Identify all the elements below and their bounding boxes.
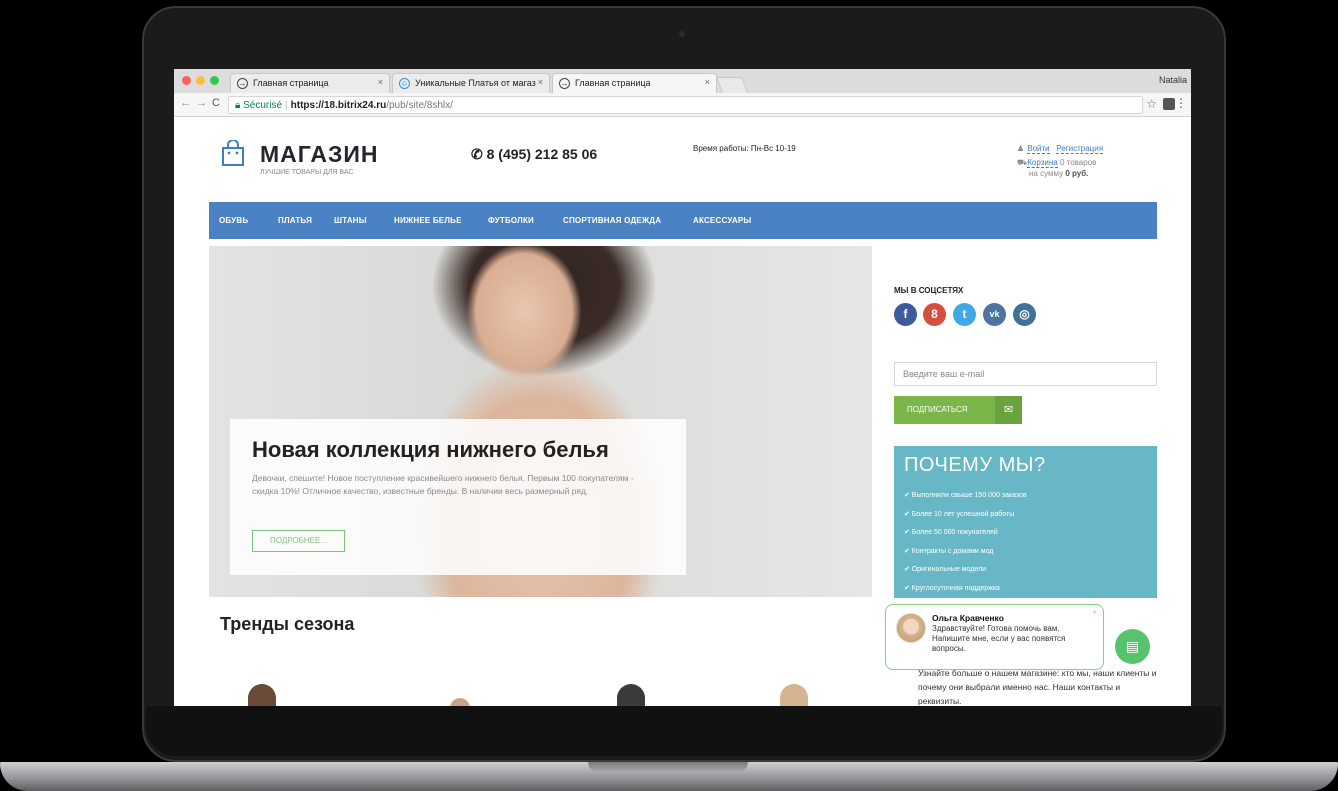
- hero-title: Новая коллекция нижнего белья: [252, 437, 609, 462]
- logo-subtitle: ЛУЧШИЕ ТОВАРЫ ДЛЯ ВАС: [260, 169, 354, 176]
- tab-title: Уникальные Платья от магаз: [415, 78, 536, 88]
- vk-icon[interactable]: vk: [983, 303, 1006, 326]
- cart-count: 0 товаров: [1059, 158, 1097, 167]
- nav-item-accessories[interactable]: АКСЕССУАРЫ: [693, 216, 751, 225]
- social-heading: МЫ В СОЦСЕТЯХ: [894, 286, 964, 295]
- url-path: /pub/site/8shlx/: [386, 100, 453, 111]
- chat-message: Здравствуйте! Готова помочь вам. Напишит…: [932, 624, 1066, 653]
- nav-item-dresses[interactable]: ПЛАТЬЯ: [278, 216, 312, 225]
- close-window-icon[interactable]: [182, 76, 191, 85]
- reload-icon[interactable]: C: [212, 97, 220, 109]
- profile-name[interactable]: Natalia: [1159, 75, 1187, 85]
- browser-tab-1[interactable]: → Главная страница ×: [230, 73, 390, 93]
- more-button[interactable]: ПОДРОБНЕЕ...: [252, 530, 345, 552]
- why-item: ✔ Более 50 000 покупателей: [904, 529, 998, 536]
- nav-item-tshirts[interactable]: ФУТБОЛКИ: [488, 216, 534, 225]
- why-item: ✔ Выполнили свыше 150 000 заказов: [904, 492, 1027, 499]
- trend-product-image[interactable]: [248, 684, 276, 706]
- address-bar: ← → C 🔒︎ Sécurisé | https://18.bitrix24.ru…: [174, 93, 1191, 117]
- phone-text: 8 (495) 212 85 06: [486, 146, 598, 162]
- tab-title: Главная страница: [575, 78, 651, 88]
- tab-close-icon[interactable]: ×: [705, 77, 710, 87]
- mail-icon: ✉: [995, 396, 1022, 424]
- user-icon: ♟: [1017, 144, 1025, 153]
- trend-product-image[interactable]: [780, 684, 808, 706]
- trend-product-image[interactable]: [617, 684, 645, 706]
- camera-dot: [679, 31, 685, 37]
- hero-description: Девочки, спешите! Новое поступление крас…: [252, 473, 634, 496]
- bookmark-star-icon[interactable]: ☆: [1146, 97, 1157, 111]
- instagram-icon[interactable]: ◎: [1013, 303, 1036, 326]
- hero-text-box: Новая коллекция нижнего белья Девочки, с…: [230, 419, 686, 575]
- phone-number[interactable]: ✆ 8 (495) 212 85 06: [471, 146, 597, 163]
- browser-menu-icon[interactable]: ⋮: [1175, 96, 1187, 110]
- tab-title: Главная страница: [253, 78, 329, 88]
- forward-arrow-icon[interactable]: →: [196, 97, 207, 109]
- logo-title[interactable]: МАГАЗИН: [260, 141, 379, 168]
- new-tab-button[interactable]: [716, 77, 748, 93]
- facebook-icon[interactable]: f: [894, 303, 917, 326]
- cart-link[interactable]: Корзина: [1027, 158, 1058, 168]
- chat-button[interactable]: ▤: [1111, 625, 1154, 668]
- lock-icon: 🔒︎: [235, 100, 241, 111]
- twitter-icon[interactable]: t: [953, 303, 976, 326]
- about-text: Узнайте больше о нашем магазине: кто мы,…: [918, 668, 1157, 706]
- browser-screen: → Главная страница × ☺ Уникальные Платья…: [174, 69, 1191, 706]
- why-item: ✔ Контракты с домами мод: [904, 547, 994, 555]
- operator-avatar: [896, 613, 926, 643]
- why-us-block: ПОЧЕМУ МЫ? ✔ Выполнили свыше 150 000 зак…: [894, 446, 1157, 598]
- main-navigation: ОБУВЬ ПЛАТЬЯ ШТАНЫ НИЖНЕЕ БЕЛЬЕ ФУТБОЛКИ…: [209, 202, 1157, 239]
- nav-item-shoes[interactable]: ОБУВЬ: [219, 216, 248, 225]
- google-plus-icon[interactable]: 8: [923, 303, 946, 326]
- minimize-window-icon[interactable]: [196, 76, 205, 85]
- login-link[interactable]: Войти: [1027, 144, 1050, 154]
- back-arrow-icon[interactable]: ←: [180, 97, 191, 109]
- chat-icon: ▤: [1115, 629, 1150, 664]
- chat-popup[interactable]: Ольга Кравченко Здравствуйте! Готова пом…: [885, 604, 1104, 670]
- nav-item-underwear[interactable]: НИЖНЕЕ БЕЛЬЕ: [394, 216, 462, 225]
- maximize-window-icon[interactable]: [210, 76, 219, 85]
- page-icon: →: [237, 78, 248, 89]
- why-item: ✔ Оригинальные модели: [904, 566, 987, 573]
- secure-label: Sécurisé: [243, 100, 283, 111]
- why-item: ✔ Круглосуточная поддержка: [904, 584, 1000, 592]
- url-host: https://18.bitrix24.ru: [290, 100, 387, 111]
- cart-icon: ⛟: [1017, 158, 1028, 167]
- register-link[interactable]: Регистрация: [1056, 144, 1104, 154]
- cart-sum-label: на сумму: [1029, 169, 1064, 178]
- account-panel: ♟ Войти Регистрация ⛟ Корзина 0 товаров …: [1017, 143, 1104, 179]
- laptop-bezel: [146, 706, 1222, 756]
- shopping-bag-logo-icon: [222, 140, 244, 166]
- tab-close-icon[interactable]: ×: [538, 77, 543, 87]
- why-us-title: ПОЧЕМУ МЫ?: [904, 454, 1046, 476]
- trend-product-image[interactable]: [450, 698, 470, 706]
- browser-tab-2[interactable]: ☺ Уникальные Платья от магаз ×: [392, 73, 550, 93]
- tab-close-icon[interactable]: ×: [378, 77, 383, 87]
- chat-close-icon[interactable]: ×: [1092, 608, 1097, 618]
- extension-icon[interactable]: [1163, 98, 1175, 110]
- why-item: ✔ Более 10 лет успешной работы: [904, 510, 1015, 518]
- subscribe-button[interactable]: ПОДПИСАТЬСЯ ✉: [894, 396, 1022, 424]
- web-page: МАГАЗИН ЛУЧШИЕ ТОВАРЫ ДЛЯ ВАС ✆ 8 (495) …: [174, 118, 1191, 706]
- page-icon: →: [559, 78, 570, 89]
- site-favicon-icon: ☺: [399, 78, 410, 89]
- cart-sum: 0 руб.: [1065, 169, 1089, 178]
- operator-name: Ольга Кравченко: [932, 613, 1004, 623]
- working-hours: Время работы: Пн-Вс 10-19: [693, 144, 796, 153]
- subscribe-label: ПОДПИСАТЬСЯ: [907, 405, 968, 414]
- email-input[interactable]: Введите ваш e-mail: [894, 362, 1157, 386]
- tab-bar: → Главная страница × ☺ Уникальные Платья…: [174, 69, 1191, 93]
- trends-heading: Тренды сезона: [220, 614, 355, 634]
- nav-item-pants[interactable]: ШТАНЫ: [334, 216, 367, 225]
- laptop-notch: [588, 762, 748, 772]
- nav-item-sportswear[interactable]: СПОРТИВНАЯ ОДЕЖДА: [563, 216, 661, 225]
- hero-banner: Новая коллекция нижнего белья Девочки, с…: [209, 246, 872, 597]
- phone-icon: ✆: [471, 146, 487, 162]
- url-input[interactable]: 🔒︎ Sécurisé | https://18.bitrix24.ru/pub/s…: [228, 96, 1143, 114]
- browser-tab-3-active[interactable]: → Главная страница ×: [552, 73, 717, 93]
